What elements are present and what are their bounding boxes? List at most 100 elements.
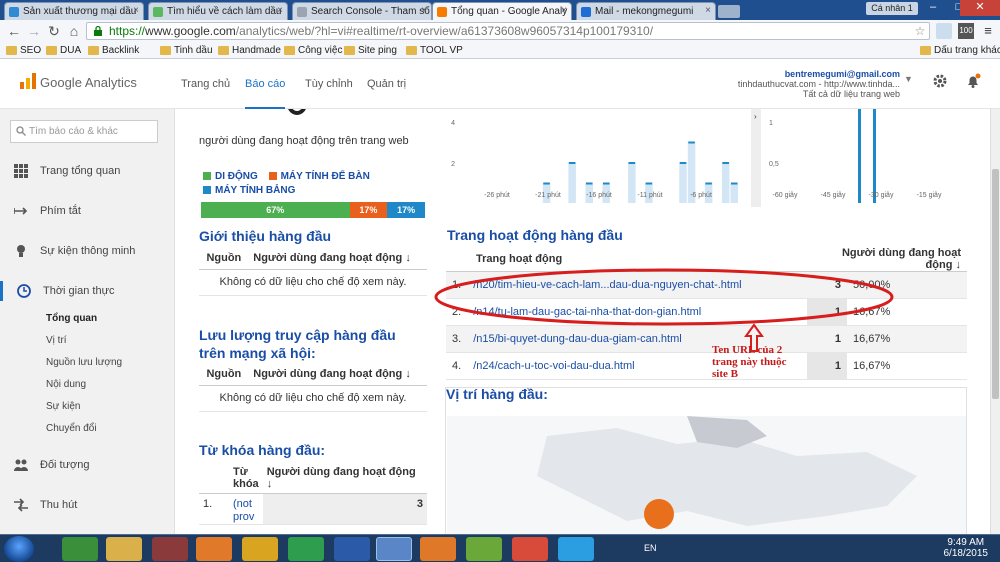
taskbar-skype-icon[interactable]: [558, 537, 594, 561]
account-view: Tất cả dữ liệu trang web: [802, 89, 900, 99]
browser-tab[interactable]: Tìm hiểu về cách làm dầu ×: [148, 2, 288, 20]
taskbar-app-icon[interactable]: [512, 537, 548, 561]
top-social-table: Nguồn Người dùng đang hoạt động ↓ Không …: [199, 363, 427, 412]
taskbar-app-icon[interactable]: [242, 537, 278, 561]
col-active-users[interactable]: Người dùng đang hoạt động ↓: [249, 247, 427, 270]
star-icon[interactable]: ☆: [912, 23, 928, 39]
browser-tab-bar: Mail - mekongmegumi × Tổng quan - Google A…: [0, 0, 1000, 21]
sidebar-item-realtime[interactable]: Thời gian thực: [0, 281, 175, 301]
sidebar-item-shortcuts[interactable]: Phím tắt: [0, 201, 175, 221]
menu-icon[interactable]: ≡: [980, 23, 996, 39]
taskbar-app-icon[interactable]: [152, 537, 188, 561]
extension-icon[interactable]: [936, 23, 952, 39]
bookmark-folder[interactable]: Site ping: [344, 43, 397, 58]
legend-mobile-label: DI ĐỘNG: [215, 171, 258, 182]
nav-reports[interactable]: Báo cáo: [245, 78, 286, 110]
top-keywords-table: Từ khóa Người dùng đang hoạt động ↓ 1. (n…: [199, 463, 427, 525]
col-keyword-line1: Từ: [233, 465, 248, 478]
reload-icon[interactable]: ↻: [46, 23, 62, 39]
taskbar-app-icon[interactable]: [288, 537, 324, 561]
close-tab-icon[interactable]: ×: [561, 5, 567, 16]
location-map[interactable]: [447, 416, 966, 534]
nav-admin[interactable]: Quản trị: [367, 78, 406, 90]
minutes-ytick-top: 4: [451, 120, 455, 127]
col-source[interactable]: Nguồn: [199, 247, 250, 270]
start-button[interactable]: [4, 536, 34, 562]
bell-icon[interactable]: [965, 73, 981, 89]
tab-title: Tổng quan - Google Analy: [451, 6, 568, 17]
col-active-users[interactable]: Người dùng đang hoạt động ↓: [262, 463, 427, 494]
bookmark-folder[interactable]: Handmade: [218, 43, 281, 58]
bookmark-folder[interactable]: Công việc: [284, 43, 342, 58]
sidebar-sub-locations[interactable]: Vị trí: [46, 333, 67, 349]
taskbar-firefox-icon[interactable]: [420, 537, 456, 561]
browser-tab[interactable]: Mail - mekongmegumi ×: [576, 2, 716, 20]
window-user-button[interactable]: Cá nhân 1: [866, 2, 918, 15]
back-icon[interactable]: ←: [6, 23, 22, 39]
bookmark-folder[interactable]: DUA: [46, 43, 81, 58]
close-tab-icon[interactable]: ×: [133, 5, 139, 16]
taskbar-app-icon[interactable]: [62, 537, 98, 561]
col-keyword[interactable]: Từ khóa: [229, 463, 263, 494]
browser-tab[interactable]: Tổng quan - Google Analy ×: [432, 2, 572, 21]
sidebar-item-acquisition[interactable]: Thu hút: [0, 495, 175, 515]
browser-tab[interactable]: Search Console - Tham số ×: [292, 2, 432, 20]
bookmark-folder[interactable]: Backlink: [88, 43, 139, 58]
device-split-bar: 67% 17% 17%: [201, 202, 425, 218]
seconds-xtick: -15 giây: [917, 192, 942, 199]
language-indicator[interactable]: EN: [644, 543, 657, 553]
taskbar-explorer-icon[interactable]: [106, 537, 142, 561]
taskbar-media-icon[interactable]: [196, 537, 232, 561]
bookmark-folder[interactable]: TOOL VP: [406, 43, 463, 58]
col-active-users[interactable]: Người dùng đang hoạt động ↓: [249, 363, 427, 386]
clock[interactable]: 9:49 AM 6/18/2015: [944, 537, 989, 559]
sidebar-sub-content[interactable]: Nội dung: [46, 377, 86, 393]
sidebar-item-audience[interactable]: Đối tượng: [0, 455, 175, 475]
url-bar[interactable]: https://www.google.com/analytics/web/?hl…: [86, 22, 930, 40]
keyword-link[interactable]: (not prov: [229, 493, 263, 525]
top-keywords-title: Từ khóa hàng đầu:: [199, 442, 326, 458]
extension-badge-icon[interactable]: 100: [958, 23, 974, 39]
location-marker[interactable]: [644, 499, 674, 529]
sidebar-sub-overview[interactable]: Tổng quan: [46, 311, 97, 327]
report-search-input[interactable]: Tìm báo cáo & khác: [10, 120, 158, 143]
sidebar-item-label: Thời gian thực: [43, 285, 115, 297]
keyword-count: 3: [262, 493, 427, 525]
sidebar-sub-conversions[interactable]: Chuyển đổi: [46, 421, 97, 437]
minutes-xtick: -21 phút: [535, 192, 561, 199]
sidebar-item-intelligence-events[interactable]: Sự kiện thông minh: [0, 241, 175, 261]
nav-home[interactable]: Trang chủ: [181, 78, 230, 90]
bookmark-folder[interactable]: Tinh dầu: [160, 43, 213, 58]
home-icon[interactable]: ⌂: [66, 23, 82, 39]
minimize-button[interactable]: –: [920, 0, 946, 16]
close-tab-icon[interactable]: ×: [705, 5, 711, 16]
bookmark-folder[interactable]: SEO: [6, 43, 41, 58]
sidebar-item-dashboards[interactable]: Trang tổng quan: [0, 161, 175, 181]
taskbar-app-icon[interactable]: [466, 537, 502, 561]
top-social-title: Lưu lượng truy cập hàng đầu trên mạng xã…: [199, 326, 396, 362]
close-window-button[interactable]: ✕: [960, 0, 1000, 16]
legend-swatch: [203, 186, 211, 194]
seconds-bar: [858, 109, 861, 203]
taskbar-word-icon[interactable]: [334, 537, 370, 561]
other-bookmarks[interactable]: Dấu trang khác: [920, 43, 1000, 58]
bookmark-label: Backlink: [102, 45, 140, 56]
close-tab-icon[interactable]: ×: [277, 5, 283, 16]
scrollbar-thumb[interactable]: [992, 169, 999, 399]
page-scrollbar[interactable]: [990, 109, 1000, 534]
shortcut-icon: [14, 207, 28, 215]
account-selector[interactable]: bentremegumi@gmail.com tinhdauthucvat.co…: [738, 69, 900, 99]
browser-tab[interactable]: Sản xuất thương mại dầu ×: [4, 2, 144, 20]
nav-customize[interactable]: Tùy chỉnh: [305, 78, 353, 90]
account-chevron-down-icon[interactable]: ▼: [904, 74, 913, 84]
col-source[interactable]: Nguồn: [199, 363, 250, 386]
taskbar-chrome-icon[interactable]: [376, 537, 412, 561]
sidebar-item-label: Trang tổng quan: [40, 165, 121, 177]
close-tab-icon[interactable]: ×: [421, 5, 427, 16]
sidebar-sub-traffic-sources[interactable]: Nguồn lưu lượng: [46, 355, 122, 371]
new-tab-button[interactable]: [718, 5, 740, 18]
sidebar-sub-events[interactable]: Sự kiện: [46, 399, 81, 415]
forward-icon[interactable]: →: [26, 23, 42, 39]
gear-icon[interactable]: [932, 73, 948, 89]
bookmark-label: Tinh dầu: [174, 45, 213, 56]
